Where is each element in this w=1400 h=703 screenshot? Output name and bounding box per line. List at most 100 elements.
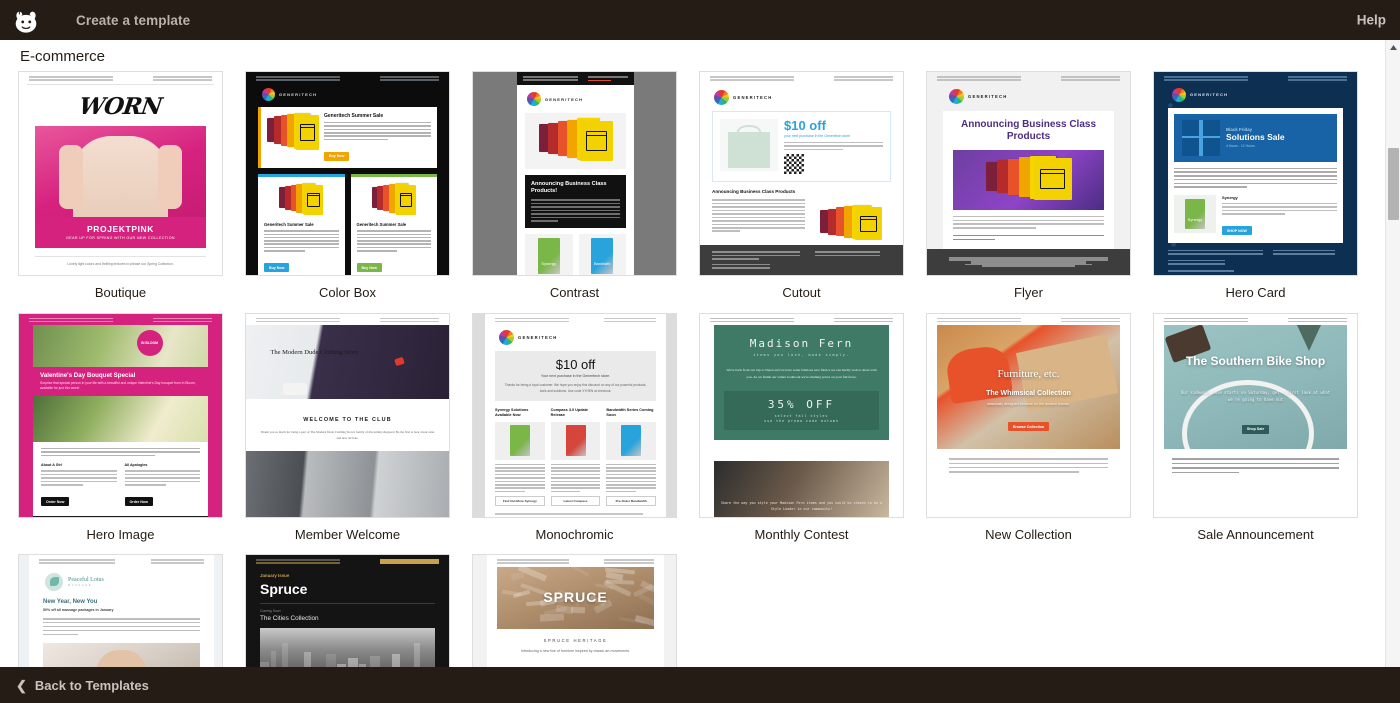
email-headline: The Cities Collection [246, 613, 449, 628]
email-headline: New Year, New You [43, 599, 200, 605]
template-thumbnail[interactable]: GENERITECHAnnouncing Business Class Prod… [926, 71, 1131, 276]
email-headline: Furniture, etc. [937, 368, 1120, 380]
product-box-image [566, 425, 586, 456]
email-preheader [700, 314, 903, 326]
email-preheader [1154, 72, 1357, 84]
email-preheader [485, 314, 666, 326]
email-headline: Solutions Sale [1226, 133, 1329, 142]
template-card[interactable]: IN BLOOMValentine's Day Bouquet SpecialS… [18, 313, 223, 543]
template-thumbnail[interactable]: Furniture, etc. The Whimsical Collection c… [926, 313, 1131, 518]
scrollbar-thumb[interactable] [1388, 148, 1399, 220]
template-thumbnail[interactable]: SPRUCESPRUCE HERITAGEIntroducing a new l… [472, 554, 677, 667]
qr-code-image [784, 154, 804, 174]
template-preview: SPRUCESPRUCE HERITAGEIntroducing a new l… [473, 555, 676, 667]
email-headline: Generitech Summer Sale [324, 113, 431, 119]
template-card[interactable]: Furniture, etc. The Whimsical Collection c… [926, 313, 1131, 543]
email-body: We're back from our trip to Nepal and we… [724, 367, 879, 380]
template-preview: The Southern Bike ShopOur sidewalk sale … [1154, 314, 1357, 517]
email-cta-button: Order Now [41, 497, 69, 506]
email-cta-button: Order Now [125, 497, 153, 506]
template-preview: GENERITECHGeneritech Summer SaleBuy NowG… [246, 72, 449, 275]
email-caption: Share the way you style your Madison Fer… [714, 501, 889, 513]
template-thumbnail[interactable]: The Southern Bike ShopOur sidewalk sale … [1153, 313, 1358, 518]
email-headline: Announcing Business Class Products! [531, 181, 620, 195]
template-name-label: Monthly Contest [699, 518, 904, 543]
email-offer: $10 off [503, 358, 648, 371]
template-preview: GENERITECHAnnouncing Business Class Prod… [927, 72, 1130, 275]
product-box-image [510, 425, 530, 456]
template-card[interactable]: WORNPROJEKTPINKGEAR UP FOR SPRING WITH O… [18, 71, 223, 301]
generitech-logo-icon [262, 88, 275, 101]
template-grid: WORNPROJEKTPINKGEAR UP FOR SPRING WITH O… [0, 71, 1400, 667]
template-card[interactable]: GENERITECHAnnouncing Business Class Prod… [926, 71, 1131, 301]
template-preview: GENERITECH$10 offYour next purchase in t… [473, 314, 676, 517]
template-thumbnail[interactable]: Peaceful LotusMASSAGENew Year, New You50… [18, 554, 223, 667]
template-card[interactable]: ❄❄❄❄❄❄❄❄❄GENERITECHBlack FridaySolutions… [1153, 71, 1358, 301]
template-preview: Peaceful LotusMASSAGENew Year, New You50… [19, 555, 222, 667]
template-card[interactable]: GENERITECHAnnouncing Business Class Prod… [472, 71, 677, 301]
template-card[interactable]: The Southern Bike ShopOur sidewalk sale … [1153, 313, 1358, 543]
template-thumbnail[interactable]: ❄❄❄❄❄❄❄❄❄GENERITECHBlack FridaySolutions… [1153, 71, 1358, 276]
template-card[interactable]: GENERITECH$10 offYour next purchase in t… [472, 313, 677, 543]
email-hero-image [33, 396, 208, 442]
generitech-logo-icon [1172, 88, 1186, 102]
template-preview: GENERITECH$10 offyour next purchase in t… [700, 72, 903, 275]
vertical-scrollbar[interactable] [1385, 40, 1400, 667]
mailchimp-logo-icon[interactable] [0, 0, 52, 40]
email-brand: Peaceful Lotus [68, 577, 104, 583]
scroll-up-arrow-icon[interactable] [1386, 40, 1400, 54]
product-boxes-image [820, 205, 882, 243]
page-title: Create a template [76, 13, 190, 28]
email-headline: Generitech Summer Sale [357, 222, 432, 227]
template-name-label: Contrast [472, 276, 677, 301]
template-preview: The Modern Dude Clothing StoreWELCOME TO… [246, 314, 449, 517]
email-cta-button: Pre-Order Bandwidth [606, 496, 656, 506]
template-thumbnail[interactable]: GENERITECH$10 offYour next purchase in t… [472, 313, 677, 518]
template-preview: WORNPROJEKTPINKGEAR UP FOR SPRING WITH O… [19, 72, 222, 275]
email-column-title: All Apologies [125, 463, 201, 467]
product-boxes-image [986, 156, 1072, 204]
email-preheader [487, 555, 664, 567]
bottom-bar: ❮ Back to Templates [0, 667, 1400, 703]
product-box-image: Synergy [538, 238, 560, 274]
help-link[interactable]: Help [1357, 13, 1386, 28]
email-body [927, 449, 1130, 472]
template-preview: GENERITECHAnnouncing Business Class Prod… [473, 72, 676, 275]
template-card[interactable]: GENERITECH$10 offyour next purchase in t… [699, 71, 904, 301]
template-thumbnail[interactable]: WORNPROJEKTPINKGEAR UP FOR SPRING WITH O… [18, 71, 223, 276]
template-name-label: New Collection [926, 518, 1131, 543]
email-tagline: classically designed furniture for the m… [937, 402, 1120, 406]
email-subhead: GEAR UP FOR SPRING WITH OUR NEW COLLECTI… [39, 236, 202, 240]
template-thumbnail[interactable]: The Modern Dude Clothing StoreWELCOME TO… [245, 313, 450, 518]
template-preview: IN BLOOMValentine's Day Bouquet SpecialS… [19, 314, 222, 517]
template-thumbnail[interactable]: Madison Fernitems you love, made simply.… [699, 313, 904, 518]
product-box-image [621, 425, 641, 456]
template-thumbnail[interactable]: January IssueSpruceComing SoonThe Cities… [245, 554, 450, 667]
template-card[interactable]: GENERITECHGeneritech Summer SaleBuy NowG… [245, 71, 450, 301]
template-thumbnail[interactable]: GENERITECHAnnouncing Business Class Prod… [472, 71, 677, 276]
email-preheader [29, 555, 214, 567]
template-thumbnail[interactable]: GENERITECHGeneritech Summer SaleBuy NowG… [245, 71, 450, 276]
email-subhead: The Whimsical Collection [937, 390, 1120, 397]
email-preheader [19, 314, 222, 326]
template-card[interactable]: SPRUCESPRUCE HERITAGEIntroducing a new l… [472, 554, 677, 667]
generitech-logo-icon [499, 330, 514, 345]
template-card[interactable]: The Modern Dude Clothing StoreWELCOME TO… [245, 313, 450, 543]
generitech-logo-icon [527, 92, 541, 106]
template-thumbnail[interactable]: IN BLOOMValentine's Day Bouquet SpecialS… [18, 313, 223, 518]
template-card[interactable]: January IssueSpruceComing SoonThe Cities… [245, 554, 450, 667]
generitech-logo-icon [714, 90, 729, 105]
template-row-1: WORNPROJEKTPINKGEAR UP FOR SPRING WITH O… [18, 71, 1382, 301]
template-card[interactable]: Madison Fernitems you love, made simply.… [699, 313, 904, 543]
email-body: Introducing a new line of furniture insp… [487, 643, 664, 653]
email-cta-button: SHOP NOW [1222, 226, 1252, 235]
template-thumbnail[interactable]: GENERITECH$10 offyour next purchase in t… [699, 71, 904, 276]
email-subhead: Our sidewalk sale starts on Saturday, ge… [1179, 390, 1333, 404]
email-column-title: Compass 3.0 Update Release [551, 408, 601, 419]
email-headline: SPRUCE HERITAGE [487, 629, 664, 643]
back-to-templates-button[interactable]: ❮ Back to Templates [16, 678, 149, 693]
template-row-3: Peaceful LotusMASSAGENew Year, New You50… [18, 554, 1382, 667]
email-cta-button: Buy Now [264, 263, 289, 272]
template-card[interactable]: Peaceful LotusMASSAGENew Year, New You50… [18, 554, 223, 667]
email-eyebrow: January Issue [246, 567, 449, 578]
